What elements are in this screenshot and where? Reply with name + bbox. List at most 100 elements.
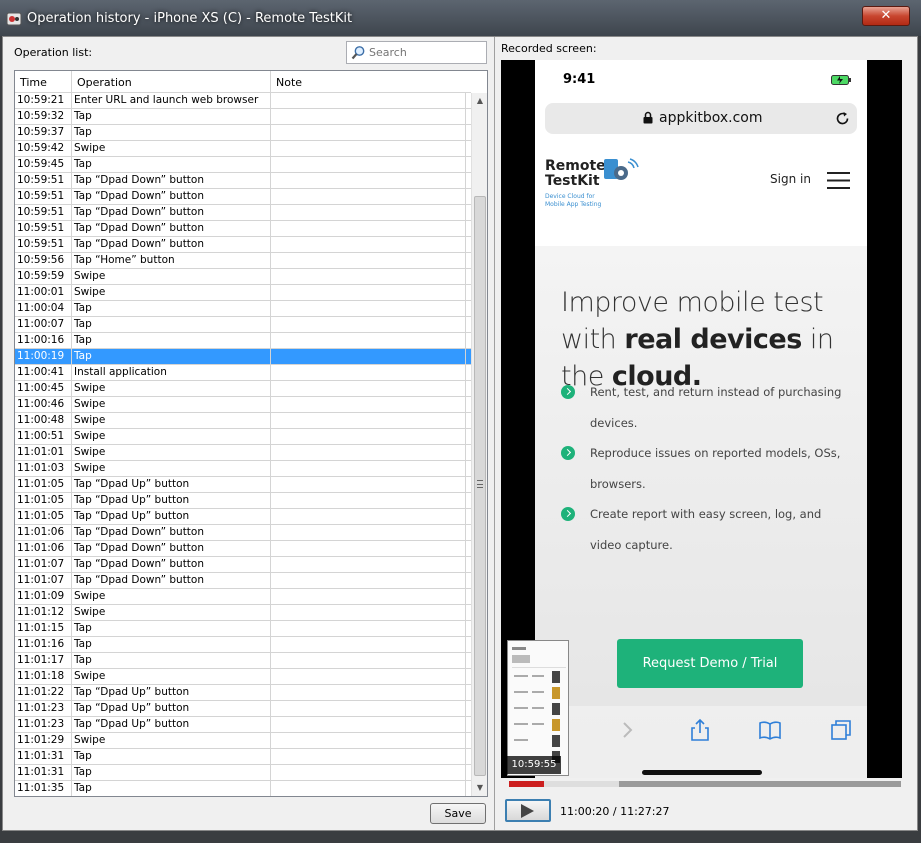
cell-operation: Tap “Dpad Down” button — [72, 189, 271, 204]
table-row[interactable]: 11:00:16 Tap — [15, 333, 471, 349]
column-header-time[interactable]: Time — [15, 71, 72, 93]
playback-timeline[interactable] — [509, 781, 901, 787]
cell-note — [271, 317, 466, 332]
cell-operation: Tap “Dpad Down” button — [72, 573, 271, 588]
table-row[interactable]: 11:01:05 Tap “Dpad Up” button — [15, 493, 471, 509]
scroll-down-arrow-icon[interactable]: ▼ — [472, 780, 487, 796]
table-row[interactable]: 11:01:12 Swipe — [15, 605, 471, 621]
cell-operation: Tap “Dpad Up” button — [72, 477, 271, 492]
column-header-note[interactable]: Note — [271, 71, 471, 93]
cell-note — [271, 333, 466, 348]
cell-time: 11:01:05 — [15, 477, 72, 492]
table-row[interactable]: 11:01:31 Tap — [15, 765, 471, 781]
cell-operation: Tap “Home” button — [72, 253, 271, 268]
table-row[interactable]: 11:00:19 Tap — [15, 349, 471, 365]
cell-note — [271, 461, 466, 476]
search-input[interactable] — [369, 44, 484, 61]
sign-in-link: Sign in — [770, 172, 811, 186]
request-demo-button: Request Demo / Trial — [617, 639, 803, 688]
table-row[interactable]: 11:00:01 Swipe — [15, 285, 471, 301]
feature-text: Rent, test, and return instead of purcha… — [590, 385, 842, 430]
table-row[interactable]: 11:01:23 Tap “Dpad Up” button — [15, 717, 471, 733]
table-row[interactable]: 11:01:07 Tap “Dpad Down” button — [15, 573, 471, 589]
table-row[interactable]: 11:01:07 Tap “Dpad Down” button — [15, 557, 471, 573]
hamburger-menu-icon — [827, 172, 850, 189]
table-scrollbar[interactable]: ▲ ▼ — [471, 93, 487, 796]
column-header-operation[interactable]: Operation — [72, 71, 271, 93]
cell-note — [271, 221, 466, 236]
table-row[interactable]: 11:01:15 Tap — [15, 621, 471, 637]
play-button[interactable] — [505, 799, 551, 822]
table-row[interactable]: 11:01:16 Tap — [15, 637, 471, 653]
table-row[interactable]: 11:00:07 Tap — [15, 317, 471, 333]
cell-note — [271, 477, 466, 492]
table-row[interactable]: 11:01:23 Tap “Dpad Up” button — [15, 701, 471, 717]
cell-time: 10:59:51 — [15, 221, 72, 236]
table-row[interactable]: 11:01:06 Tap “Dpad Down” button — [15, 541, 471, 557]
scrollbar-thumb[interactable] — [474, 196, 486, 776]
table-row[interactable]: 11:00:46 Swipe — [15, 397, 471, 413]
cell-time: 11:01:31 — [15, 765, 72, 780]
cell-time: 11:00:07 — [15, 317, 72, 332]
table-row[interactable]: 11:01:03 Swipe — [15, 461, 471, 477]
cell-note — [271, 525, 466, 540]
search-box[interactable] — [346, 41, 487, 64]
cell-time: 10:59:59 — [15, 269, 72, 284]
table-row[interactable]: 10:59:56 Tap “Home” button — [15, 253, 471, 269]
table-row[interactable]: 11:01:35 Tap — [15, 781, 471, 796]
cell-operation: Swipe — [72, 445, 271, 460]
table-row[interactable]: 11:01:05 Tap “Dpad Up” button — [15, 509, 471, 525]
table-row[interactable]: 11:01:01 Swipe — [15, 445, 471, 461]
cell-time: 11:01:18 — [15, 669, 72, 684]
cell-note — [271, 157, 466, 172]
table-row[interactable]: 10:59:42 Swipe — [15, 141, 471, 157]
cell-time: 11:01:23 — [15, 717, 72, 732]
table-row[interactable]: 10:59:45 Tap — [15, 157, 471, 173]
recorded-screen-label: Recorded screen: — [501, 42, 597, 55]
share-icon — [691, 718, 709, 741]
feature-text: Reproduce issues on reported models, OSs… — [590, 446, 841, 491]
logo-line-2: TestKit — [545, 173, 600, 189]
table-row[interactable]: 11:00:48 Swipe — [15, 413, 471, 429]
cell-operation: Tap “Dpad Down” button — [72, 205, 271, 220]
cell-operation: Tap “Dpad Up” button — [72, 509, 271, 524]
table-row[interactable]: 11:01:09 Swipe — [15, 589, 471, 605]
table-row[interactable]: 11:01:31 Tap — [15, 749, 471, 765]
table-row[interactable]: 11:01:05 Tap “Dpad Up” button — [15, 477, 471, 493]
logo-line-1: Remote — [545, 158, 606, 174]
table-row[interactable]: 11:01:18 Swipe — [15, 669, 471, 685]
table-row[interactable]: 11:01:17 Tap — [15, 653, 471, 669]
hero-section: Improve mobile test with real devices in… — [535, 246, 867, 778]
cell-time: 11:00:45 — [15, 381, 72, 396]
cell-time: 11:01:06 — [15, 541, 72, 556]
table-row[interactable]: 10:59:51 Tap “Dpad Down” button — [15, 237, 471, 253]
cell-operation: Tap — [72, 333, 271, 348]
table-row[interactable]: 11:00:04 Tap — [15, 301, 471, 317]
table-row[interactable]: 11:01:06 Tap “Dpad Down” button — [15, 525, 471, 541]
table-row[interactable]: 10:59:21 Enter URL and launch web browser — [15, 93, 471, 109]
save-button[interactable]: Save — [430, 803, 486, 824]
battery-icon — [831, 75, 851, 85]
pane-divider[interactable] — [494, 37, 495, 830]
table-row[interactable]: 11:00:41 Install application — [15, 365, 471, 381]
cell-note — [271, 573, 466, 588]
cell-time: 10:59:51 — [15, 237, 72, 252]
cell-operation: Tap — [72, 765, 271, 780]
table-row[interactable]: 11:00:51 Swipe — [15, 429, 471, 445]
table-row[interactable]: 10:59:32 Tap — [15, 109, 471, 125]
table-row[interactable]: 10:59:51 Tap “Dpad Down” button — [15, 173, 471, 189]
close-button[interactable]: ✕ — [862, 6, 910, 26]
table-row[interactable]: 10:59:59 Swipe — [15, 269, 471, 285]
table-row[interactable]: 10:59:51 Tap “Dpad Down” button — [15, 205, 471, 221]
cell-operation: Tap — [72, 125, 271, 140]
table-row[interactable]: 11:01:29 Swipe — [15, 733, 471, 749]
table-row[interactable]: 11:00:45 Swipe — [15, 381, 471, 397]
scroll-up-arrow-icon[interactable]: ▲ — [472, 93, 487, 109]
table-row[interactable]: 10:59:51 Tap “Dpad Down” button — [15, 189, 471, 205]
cell-time: 10:59:45 — [15, 157, 72, 172]
table-row[interactable]: 10:59:37 Tap — [15, 125, 471, 141]
operation-list-label: Operation list: — [14, 46, 93, 59]
title-bar[interactable]: Operation history - iPhone XS (C) - Remo… — [0, 0, 921, 36]
table-row[interactable]: 10:59:51 Tap “Dpad Down” button — [15, 221, 471, 237]
table-row[interactable]: 11:01:22 Tap “Dpad Up” button — [15, 685, 471, 701]
